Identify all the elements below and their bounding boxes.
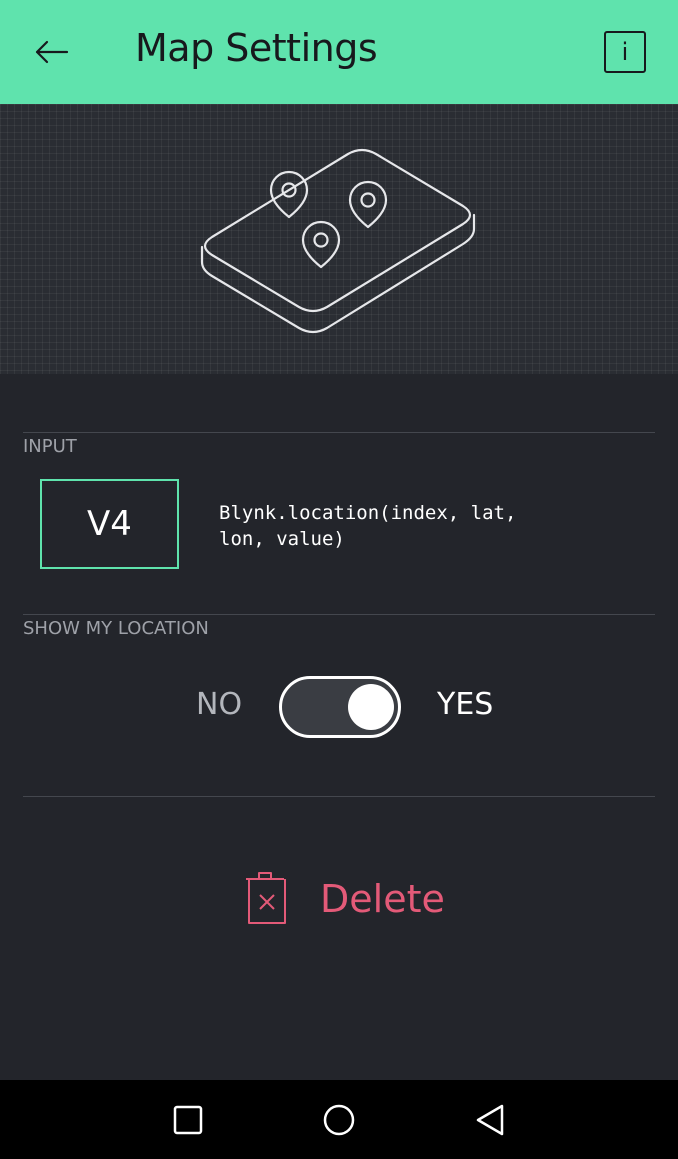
input-section-label: INPUT xyxy=(23,436,77,457)
location-section-label: SHOW MY LOCATION xyxy=(23,618,209,639)
trash-icon xyxy=(246,872,286,924)
back-nav-button[interactable] xyxy=(470,1100,510,1140)
pin-selector[interactable]: V4 xyxy=(40,479,179,569)
info-icon: i xyxy=(621,38,629,66)
back-button[interactable] xyxy=(30,30,74,74)
toggle-off-label: NO xyxy=(196,687,243,722)
page-title: Map Settings xyxy=(135,26,378,70)
divider xyxy=(23,796,655,797)
code-hint: Blynk.location(index, lat, lon, value) xyxy=(219,502,517,550)
system-navbar xyxy=(0,1080,678,1159)
toggle-knob xyxy=(348,684,394,730)
square-icon xyxy=(173,1105,203,1135)
triangle-back-icon xyxy=(476,1104,504,1136)
delete-label: Delete xyxy=(320,877,445,921)
info-button[interactable]: i xyxy=(604,31,646,73)
show-location-toggle[interactable] xyxy=(279,676,401,738)
divider xyxy=(23,432,655,433)
map-with-pins-icon xyxy=(200,148,476,334)
circle-icon xyxy=(323,1104,355,1136)
hero-banner xyxy=(0,104,678,374)
pin-value: V4 xyxy=(87,504,132,544)
toggle-on-label: YES xyxy=(437,687,494,722)
app-header: Map Settings i xyxy=(0,0,678,104)
divider xyxy=(23,614,655,615)
delete-button[interactable]: Delete xyxy=(240,868,450,930)
arrow-left-icon xyxy=(35,40,69,64)
recents-button[interactable] xyxy=(168,1100,208,1140)
home-button[interactable] xyxy=(319,1100,359,1140)
